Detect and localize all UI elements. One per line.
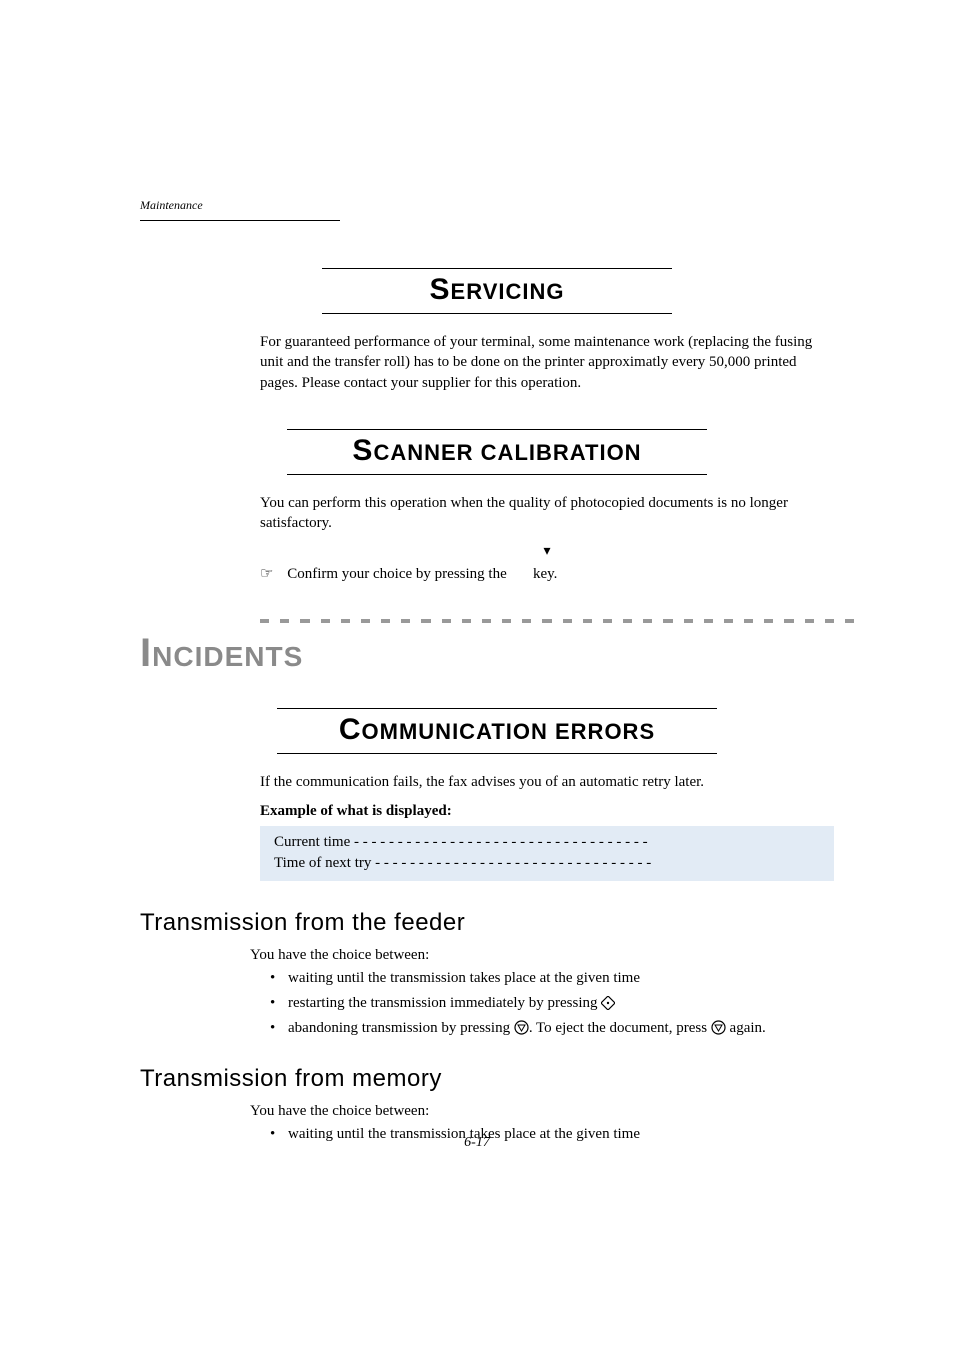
confirm-text-part-b: key. xyxy=(529,566,557,582)
scanner-heading-rest: CANNER CALIBRATION xyxy=(373,440,641,465)
section-separator xyxy=(140,619,854,623)
display-line-1: Current time - - - - - - - - - - - - - -… xyxy=(274,832,822,854)
feeder-bullet-3a: abandoning transmission by pressing xyxy=(288,1020,514,1036)
incidents-heading-rest: NCIDENTS xyxy=(152,641,303,672)
servicing-heading-initial: S xyxy=(430,273,451,306)
feeder-heading: Transmission from the feeder xyxy=(140,909,854,937)
feeder-bullet-1: waiting until the transmission takes pla… xyxy=(288,970,640,986)
down-arrow-icon: ▾ xyxy=(260,543,834,560)
list-item: •restarting the transmission immediately… xyxy=(270,995,854,1012)
commerr-heading-initial: C xyxy=(339,713,362,746)
bullet-icon: • xyxy=(270,970,288,987)
servicing-heading-rest: ERVICING xyxy=(451,279,565,304)
incidents-heading-initial: I xyxy=(140,631,152,675)
scanner-heading-initial: S xyxy=(352,434,373,467)
servicing-paragraph: For guaranteed performance of your termi… xyxy=(260,332,834,393)
commerr-heading: COMMUNICATION ERRORS xyxy=(339,713,655,747)
bullet-icon: • xyxy=(270,1020,288,1037)
list-item: •abandoning transmission by pressing . T… xyxy=(270,1020,854,1037)
example-label: Example of what is displayed: xyxy=(260,803,854,820)
header-section-label: Maintenance xyxy=(140,198,203,213)
commerr-heading-rest: OMMUNICATION ERRORS xyxy=(362,719,656,744)
header-rule xyxy=(140,220,340,221)
feeder-bullet-2a: restarting the transmission immediately … xyxy=(288,995,601,1011)
stop-key-icon xyxy=(514,1020,529,1035)
stop-key-icon xyxy=(711,1020,726,1035)
feeder-intro: You have the choice between: xyxy=(250,947,854,964)
feeder-bullet-3b: . To eject the document, press xyxy=(529,1020,711,1036)
scanner-paragraph: You can perform this operation when the … xyxy=(260,493,834,534)
confirm-text-part-a: Confirm your choice by pressing the xyxy=(287,566,510,582)
servicing-heading-box: SERVICING xyxy=(322,268,672,314)
feeder-bullets: •waiting until the transmission takes pl… xyxy=(270,970,854,1037)
bullet-icon: • xyxy=(270,995,288,1012)
scanner-heading: SCANNER CALIBRATION xyxy=(352,434,641,468)
confirm-line: ☞ Confirm your choice by pressing the ke… xyxy=(260,564,854,583)
display-line-2: Time of next try - - - - - - - - - - - -… xyxy=(274,853,822,875)
incidents-heading: INCIDENTS xyxy=(140,631,854,676)
display-example-box: Current time - - - - - - - - - - - - - -… xyxy=(260,826,834,882)
memory-intro: You have the choice between: xyxy=(250,1103,854,1120)
diamond-key-icon xyxy=(601,996,615,1010)
pointing-hand-icon: ☞ xyxy=(260,564,273,583)
feeder-bullet-3c: again. xyxy=(726,1020,766,1036)
page-number: 6-17 xyxy=(0,1135,954,1151)
scanner-heading-box: SCANNER CALIBRATION xyxy=(287,429,707,475)
servicing-heading: SERVICING xyxy=(430,273,565,307)
commerr-paragraph: If the communication fails, the fax advi… xyxy=(260,772,834,792)
memory-heading: Transmission from memory xyxy=(140,1065,854,1093)
commerr-heading-box: COMMUNICATION ERRORS xyxy=(277,708,717,754)
list-item: •waiting until the transmission takes pl… xyxy=(270,970,854,987)
